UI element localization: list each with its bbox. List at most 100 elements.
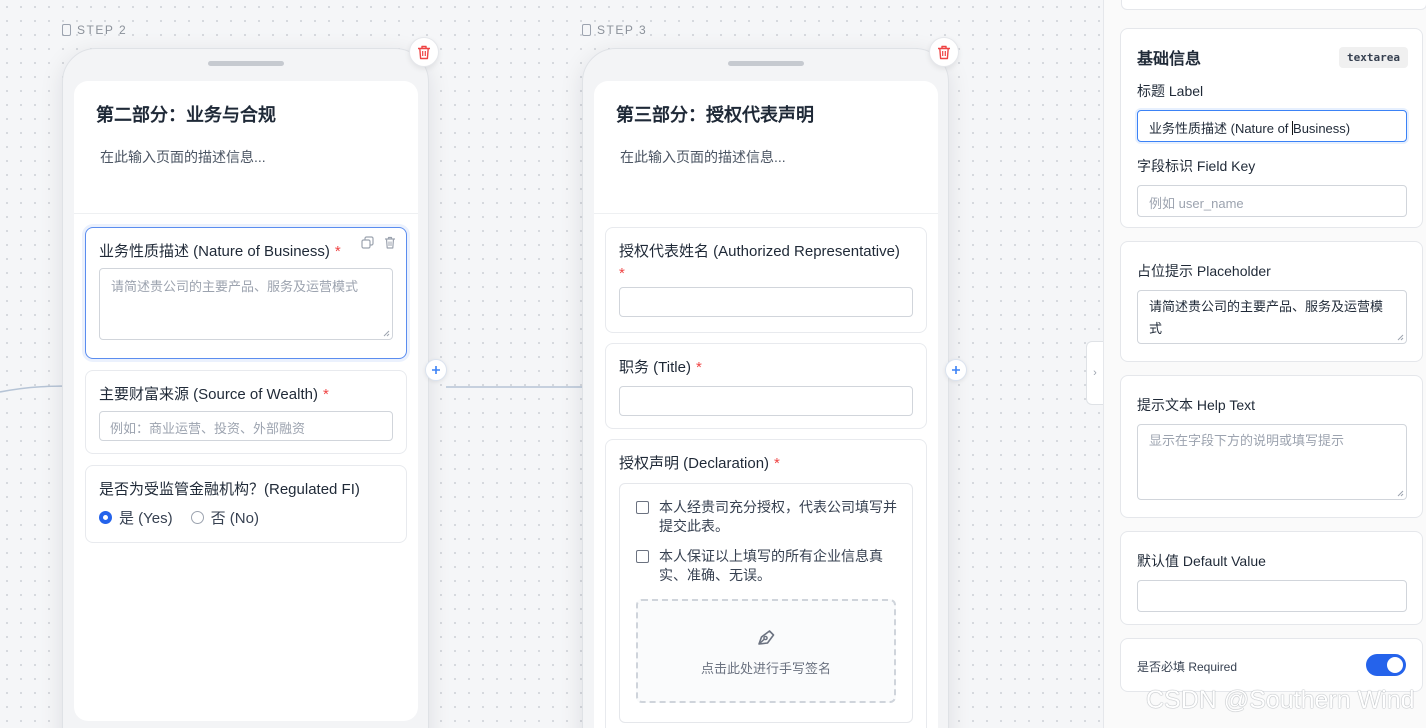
- copy-icon[interactable]: [361, 236, 374, 254]
- delete-step-3-button[interactable]: [929, 37, 959, 67]
- field-label-text: 主要财富来源 (Source of Wealth): [99, 386, 318, 403]
- required-mark: *: [774, 455, 780, 472]
- required-mark: *: [334, 243, 341, 260]
- label-input[interactable]: 业务性质描述 (Nature of Business): [1137, 110, 1407, 142]
- step-3-label: STEP 3: [582, 23, 647, 37]
- help-text-label: 提示文本 Help Text: [1137, 397, 1255, 413]
- placeholder-label: 占位提示 Placeholder: [1137, 263, 1271, 279]
- phone-notch: [728, 61, 804, 66]
- field-key-input[interactable]: 例如 user_name: [1137, 185, 1407, 217]
- trash-icon[interactable]: [384, 236, 396, 254]
- chevron-right-icon: ›: [1093, 367, 1097, 379]
- basic-info-header: 基础信息 textarea: [1137, 45, 1422, 69]
- radio-yes[interactable]: 是 (Yes): [99, 507, 173, 528]
- field-card-title[interactable]: 职务 (Title) *: [605, 343, 927, 429]
- field-label: 业务性质描述 (Nature of Business) *: [99, 241, 393, 263]
- required-toggle[interactable]: [1366, 654, 1406, 676]
- field-card-authorized-representative[interactable]: 授权代表姓名 (Authorized Representative) *: [605, 227, 927, 333]
- phone-notch: [208, 61, 284, 66]
- wealth-input[interactable]: 例如：商业运营、投资、外部融资: [99, 411, 393, 441]
- step-3-page-description[interactable]: 在此输入页面的描述信息...: [616, 147, 916, 167]
- checkbox[interactable]: [636, 501, 649, 514]
- field-key-label: 字段标识 Field Key: [1137, 158, 1256, 174]
- step-3-page-header: 第三部分：授权代表声明 在此输入页面的描述信息...: [594, 81, 938, 214]
- step-3-page-title[interactable]: 第三部分：授权代表声明: [616, 101, 916, 127]
- radio-label: 否 (No): [210, 510, 259, 527]
- field-label: 授权声明 (Declaration) *: [619, 453, 913, 475]
- signature-pad[interactable]: 点击此处进行手写签名: [636, 599, 896, 703]
- placeholder-textarea[interactable]: 请简述贵公司的主要产品、服务及运营模式: [1137, 290, 1407, 344]
- field-key-placeholder: 例如 user_name: [1149, 196, 1244, 211]
- trash-icon: [418, 45, 430, 59]
- resize-grip-icon[interactable]: [1396, 489, 1404, 497]
- check-label: 本人保证以上填写的所有企业信息真实、准确、无误。: [659, 548, 883, 583]
- nature-textarea[interactable]: 请简述贵公司的主要产品、服务及运营模式: [99, 268, 393, 340]
- step-3-phone[interactable]: 第三部分：授权代表声明 在此输入页面的描述信息... 授权代表姓名 (Autho…: [582, 48, 949, 728]
- step-2-label-text: STEP 2: [77, 23, 128, 37]
- label-input-value-start: 业务性质描述 (Nature of: [1149, 121, 1293, 136]
- help-text-placeholder: 显示在字段下方的说明或填写提示: [1149, 433, 1345, 448]
- step-2-page-title[interactable]: 第二部分：业务与合规: [96, 101, 396, 127]
- required-mark: *: [695, 359, 702, 376]
- declaration-check-2[interactable]: 本人保证以上填写的所有企业信息真实、准确、无误。: [634, 547, 898, 585]
- field-card-regulated-fi[interactable]: 是否为受监管金融机构？(Regulated FI) 是 (Yes) 否 (No): [85, 465, 407, 543]
- add-step-after-2-button[interactable]: [425, 359, 447, 381]
- properties-panel: 基础信息 textarea 标题 Label 业务性质描述 (Nature of…: [1103, 0, 1426, 728]
- plus-icon: [432, 366, 440, 374]
- step-3-label-text: STEP 3: [597, 23, 648, 37]
- required-mark: *: [619, 265, 625, 282]
- radio-label: 是 (Yes): [119, 510, 173, 527]
- rep-name-input[interactable]: [619, 287, 913, 317]
- field-label-text: 业务性质描述 (Nature of Business): [99, 243, 330, 260]
- radio-group: 是 (Yes) 否 (No): [99, 507, 393, 528]
- label-input-value-end: Business): [1293, 121, 1351, 136]
- help-text-textarea[interactable]: 显示在字段下方的说明或填写提示: [1137, 424, 1407, 500]
- field-label: 授权代表姓名 (Authorized Representative) *: [619, 241, 913, 285]
- resize-grip-icon[interactable]: [382, 329, 390, 337]
- field-label-text: 授权声明 (Declaration): [619, 455, 770, 472]
- radio-dot[interactable]: [190, 511, 204, 524]
- field-card-nature-of-business[interactable]: 业务性质描述 (Nature of Business) * 请简述贵公司的主要产品…: [85, 227, 407, 359]
- panel-top-edge: [1121, 0, 1426, 10]
- trash-icon: [938, 45, 950, 59]
- field-card-declaration[interactable]: 授权声明 (Declaration) * 本人经贵司充分授权，代表公司填写并提交此…: [605, 439, 927, 728]
- default-value-input[interactable]: [1137, 580, 1407, 612]
- panel-collapse-button[interactable]: ›: [1086, 341, 1103, 405]
- label-field-label: 标题 Label: [1137, 83, 1204, 99]
- checkbox[interactable]: [636, 550, 649, 563]
- add-step-after-3-button[interactable]: [945, 359, 967, 381]
- field-label-text: 是否为受监管金融机构？(Regulated FI): [99, 481, 360, 498]
- field-type-tag: textarea: [1339, 46, 1408, 68]
- title-input[interactable]: [619, 386, 913, 416]
- toggle-knob: [1387, 657, 1403, 673]
- field-label: 职务 (Title) *: [619, 357, 913, 379]
- radio-dot-checked[interactable]: [99, 511, 112, 524]
- delete-step-2-button[interactable]: [409, 37, 439, 67]
- field-card-source-of-wealth[interactable]: 主要财富来源 (Source of Wealth) * 例如：商业运营、投资、外部…: [85, 370, 407, 454]
- step-2-screen: 第二部分：业务与合规 在此输入页面的描述信息... 业务性质描述 (Nature…: [74, 81, 418, 721]
- resize-grip-icon[interactable]: [1396, 333, 1404, 341]
- step-2-page-description[interactable]: 在此输入页面的描述信息...: [96, 147, 396, 167]
- basic-info-title: 基础信息: [1137, 51, 1202, 68]
- field-label-text: 授权代表姓名 (Authorized Representative): [619, 243, 900, 260]
- flow-canvas[interactable]: STEP 2 第二部分：业务与合规 在此输入页面的描述信息... 业务性质描述 …: [0, 0, 1103, 728]
- field-card-tools: [361, 236, 396, 254]
- field-label: 主要财富来源 (Source of Wealth) *: [99, 384, 393, 406]
- plus-icon: [952, 366, 960, 374]
- placeholder-value: 请简述贵公司的主要产品、服务及运营模式: [1149, 299, 1384, 336]
- required-mark: *: [322, 386, 329, 403]
- help-text-card: 提示文本 Help Text 显示在字段下方的说明或填写提示: [1120, 375, 1423, 518]
- pen-icon: [758, 629, 775, 645]
- default-value-card: 默认值 Default Value: [1120, 531, 1423, 625]
- declaration-check-1[interactable]: 本人经贵司充分授权，代表公司填写并提交此表。: [634, 498, 898, 536]
- phone-icon: [62, 24, 71, 36]
- radio-no[interactable]: 否 (No): [190, 507, 259, 528]
- input-placeholder: 例如：商业运营、投资、外部融资: [110, 421, 306, 436]
- required-card: 是否必填 Required: [1120, 638, 1423, 692]
- default-value-label: 默认值 Default Value: [1137, 553, 1266, 569]
- step-2-phone[interactable]: 第二部分：业务与合规 在此输入页面的描述信息... 业务性质描述 (Nature…: [62, 48, 429, 728]
- step-2-page-header: 第二部分：业务与合规 在此输入页面的描述信息...: [74, 81, 418, 214]
- check-label: 本人经贵司充分授权，代表公司填写并提交此表。: [659, 499, 897, 534]
- textarea-placeholder: 请简述贵公司的主要产品、服务及运营模式: [111, 279, 359, 294]
- signature-hint: 点击此处进行手写签名: [700, 660, 831, 676]
